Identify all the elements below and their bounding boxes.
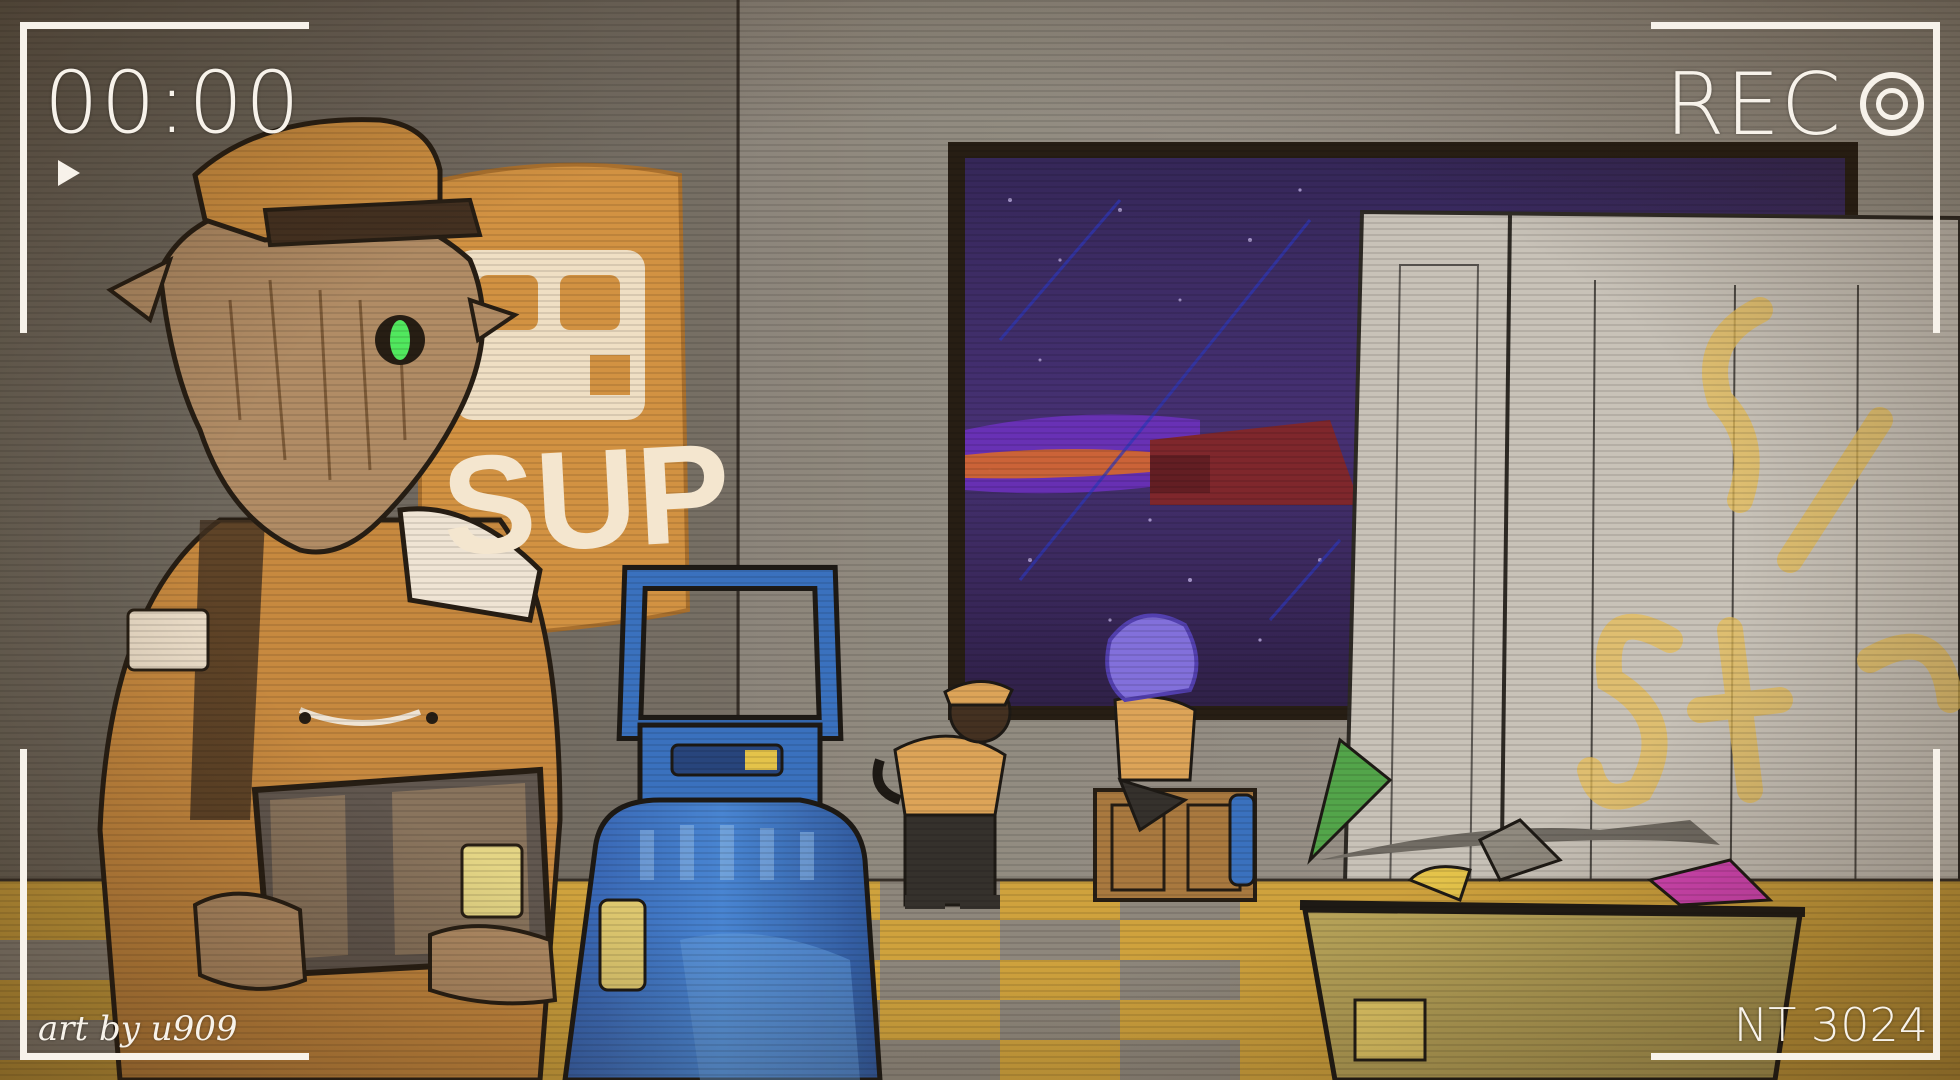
poster-text: SUP	[438, 413, 734, 585]
poster-text-layer: SUP	[438, 413, 734, 585]
camera-view: 00:00 REC art by u909 NT 3024 SUP	[0, 0, 1960, 1080]
